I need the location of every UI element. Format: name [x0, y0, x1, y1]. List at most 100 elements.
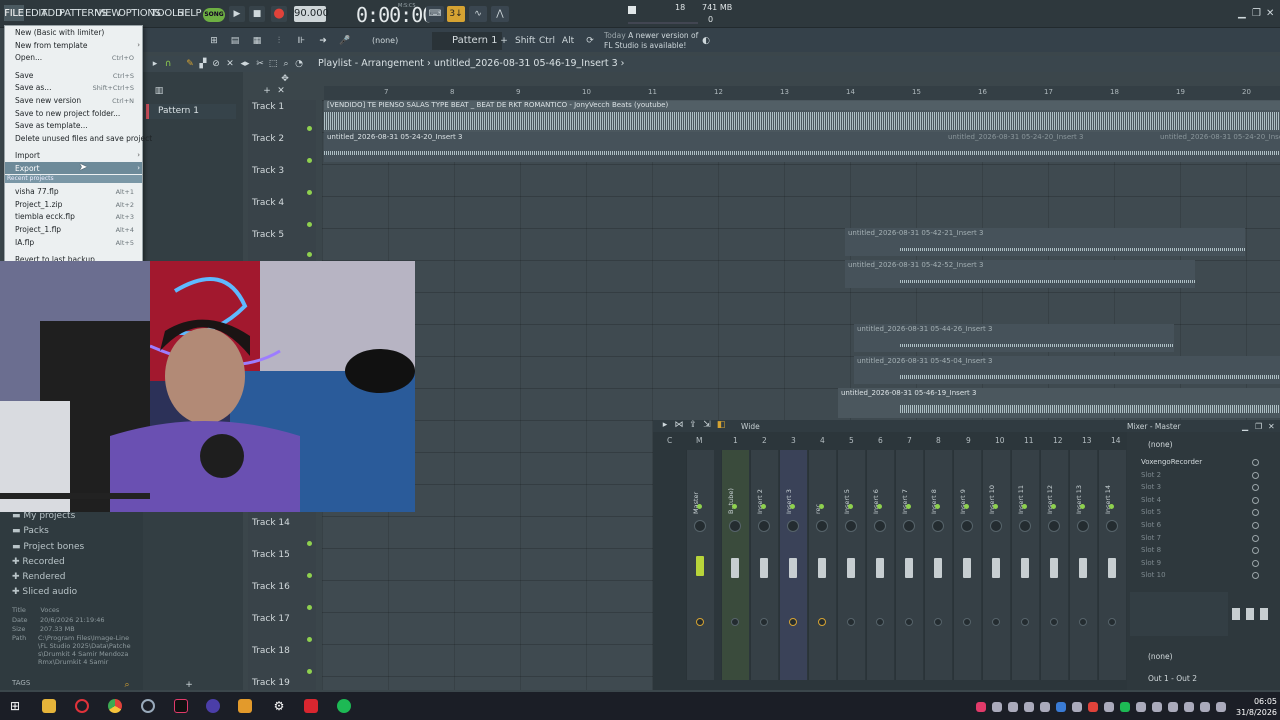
recent-project-item[interactable]: Project_1.flp: [15, 225, 61, 234]
tray-icon[interactable]: [1168, 702, 1178, 712]
menu-item-new[interactable]: New (Basic with limiter): [15, 28, 104, 37]
browser-item-rendered[interactable]: ✚ Rendered: [12, 572, 66, 582]
mixer-strip-led[interactable]: [1109, 504, 1114, 509]
news-panel[interactable]: Today A newer version of FL Studio is av…: [604, 31, 704, 51]
taskbar-clock[interactable]: 06:05 31/8/2026: [1236, 696, 1277, 718]
magnet-icon[interactable]: ∩: [159, 56, 177, 72]
slot-enable-led[interactable]: [1252, 497, 1259, 504]
track-label[interactable]: Track 2: [252, 134, 284, 144]
track-mute-led[interactable]: [307, 605, 312, 610]
track-label[interactable]: Track 3: [252, 166, 284, 176]
route-knob[interactable]: [963, 618, 971, 626]
time-display[interactable]: 0:00:00: [356, 3, 434, 27]
track-label[interactable]: Track 1: [252, 102, 284, 112]
mixer-strip-led[interactable]: [790, 504, 795, 509]
track-mute-led[interactable]: [307, 190, 312, 195]
track-label[interactable]: Track 17: [252, 614, 290, 624]
volume-fader[interactable]: [696, 556, 704, 576]
volume-fader[interactable]: [818, 558, 826, 578]
video-app-icon[interactable]: [304, 699, 318, 713]
volume-fader[interactable]: [1079, 558, 1087, 578]
eq-display[interactable]: [1130, 592, 1228, 636]
mixer-strip-led[interactable]: [848, 504, 853, 509]
route-knob[interactable]: [934, 618, 942, 626]
restore-icon[interactable]: ❐: [1255, 422, 1262, 431]
tray-icon[interactable]: [1136, 702, 1146, 712]
track-label[interactable]: Track 4: [252, 198, 284, 208]
route-knob[interactable]: [992, 618, 1000, 626]
track-label[interactable]: Track 16: [252, 582, 290, 592]
browser-item-packs[interactable]: ▬ Packs: [12, 526, 49, 536]
browser-item-sliced-audio[interactable]: ✚ Sliced audio: [12, 587, 77, 597]
pan-knob[interactable]: [990, 520, 1002, 532]
send-selector[interactable]: (none): [1148, 652, 1173, 661]
spotify-icon[interactable]: [337, 699, 351, 713]
browser-item-recorded[interactable]: ✚ Recorded: [12, 557, 65, 567]
song-mode-toggle[interactable]: SONG: [203, 8, 225, 22]
playback-tool-icon[interactable]: ◔: [290, 56, 308, 72]
browser-item-my-projects[interactable]: ▬ My projects: [12, 511, 75, 521]
blend-notes-icon[interactable]: ∿: [469, 6, 487, 22]
route-knob[interactable]: [1108, 618, 1116, 626]
windows-start-icon[interactable]: ⊞: [8, 699, 22, 713]
tray-icon[interactable]: [1040, 702, 1050, 712]
pan-knob[interactable]: [758, 520, 770, 532]
pan-knob[interactable]: [903, 520, 915, 532]
recent-project-item[interactable]: visha 77.flp: [15, 187, 59, 196]
tray-icon[interactable]: [1088, 702, 1098, 712]
route-knob[interactable]: [760, 618, 768, 626]
route-knob[interactable]: [696, 618, 704, 626]
pan-knob[interactable]: [787, 520, 799, 532]
slot-enable-led[interactable]: [1252, 535, 1259, 542]
slot-enable-led[interactable]: [1252, 509, 1259, 516]
route-knob[interactable]: [905, 618, 913, 626]
route-knob[interactable]: [818, 618, 826, 626]
track-mute-led[interactable]: [307, 669, 312, 674]
mixer-view-icon[interactable]: ◧: [712, 419, 730, 431]
track-mute-led[interactable]: [307, 158, 312, 163]
typing-keyboard-icon[interactable]: ⌨: [426, 6, 444, 22]
track-mute-led[interactable]: [307, 637, 312, 642]
minimize-icon[interactable]: ▁: [1242, 422, 1248, 431]
channel-rack-icon[interactable]: ▦: [248, 32, 266, 50]
effect-slot[interactable]: VoxengoRecorder: [1141, 458, 1202, 466]
pan-knob[interactable]: [1048, 520, 1060, 532]
effect-slot[interactable]: Slot 8: [1141, 546, 1161, 554]
track-mute-led[interactable]: [307, 222, 312, 227]
tray-icon[interactable]: [1120, 702, 1130, 712]
menu-item-delete-unused[interactable]: Delete unused files and save project: [15, 134, 152, 143]
track-label[interactable]: Track 15: [252, 550, 290, 560]
opera-icon[interactable]: [75, 699, 89, 713]
volume-fader[interactable]: [789, 558, 797, 578]
mixer-strip-led[interactable]: [964, 504, 969, 509]
slot-enable-led[interactable]: [1252, 484, 1259, 491]
effect-slot[interactable]: Slot 7: [1141, 534, 1161, 542]
menu-item-save-as[interactable]: Save as...: [15, 83, 51, 92]
mixer-strip-led[interactable]: [819, 504, 824, 509]
eq-fader[interactable]: [1246, 608, 1254, 620]
pan-knob[interactable]: [1077, 520, 1089, 532]
tray-icon[interactable]: [1024, 702, 1034, 712]
tempo-display[interactable]: 90.000: [294, 6, 329, 22]
restore-icon[interactable]: ❐: [1252, 8, 1261, 19]
obs-icon[interactable]: [141, 699, 155, 713]
pan-knob[interactable]: [932, 520, 944, 532]
volume-fader[interactable]: [760, 558, 768, 578]
menu-item-open[interactable]: Open...: [15, 53, 42, 62]
effect-slot[interactable]: Slot 10: [1141, 571, 1166, 579]
mixer-strip-led[interactable]: [697, 504, 702, 509]
volume-fader[interactable]: [992, 558, 1000, 578]
snap-selector[interactable]: (none): [366, 32, 414, 50]
mixer-strip-led[interactable]: [906, 504, 911, 509]
volume-fader[interactable]: [1021, 558, 1029, 578]
tray-icon[interactable]: [992, 702, 1002, 712]
tray-icon[interactable]: [1152, 702, 1162, 712]
volume-fader[interactable]: [847, 558, 855, 578]
track-label[interactable]: Track 5: [252, 230, 284, 240]
minimize-icon[interactable]: ▁: [1238, 8, 1246, 19]
route-knob[interactable]: [1079, 618, 1087, 626]
recent-project-item[interactable]: tiembla ecck.flp: [15, 212, 75, 221]
effect-slot[interactable]: Slot 5: [1141, 508, 1161, 516]
menu-item-save-to-folder[interactable]: Save to new project folder...: [15, 109, 120, 118]
tray-icon[interactable]: [1200, 702, 1210, 712]
